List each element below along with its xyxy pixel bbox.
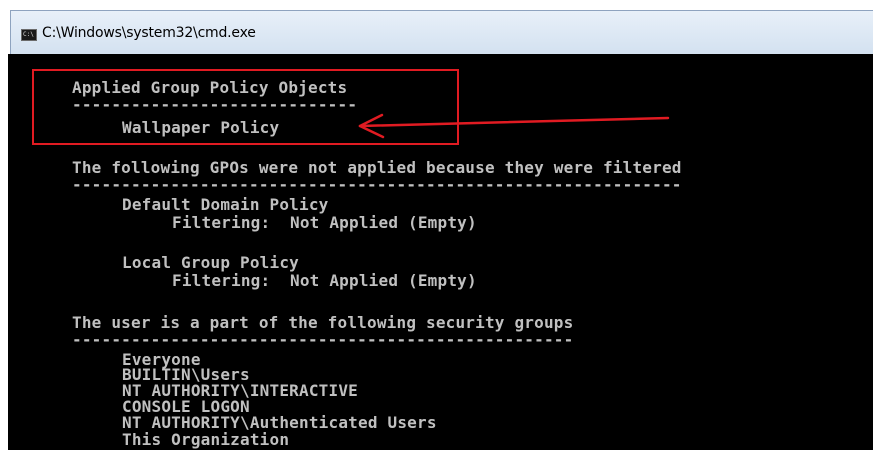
console-line: Local Group Policy — [122, 253, 299, 272]
window-title: C:\Windows\system32\cmd.exe — [42, 25, 256, 41]
console-separator: ----------------------------------------… — [72, 175, 682, 194]
console-line: Filtering: Not Applied (Empty) — [172, 213, 477, 232]
console-line: This Organization — [122, 430, 290, 449]
console-separator: ----------------------------------------… — [72, 330, 574, 349]
console-line: Filtering: Not Applied (Empty) — [172, 271, 477, 290]
console-line: Default Domain Policy — [122, 195, 329, 214]
title-bar[interactable]: C:\ C:\Windows\system32\cmd.exe — [11, 11, 873, 56]
cmd-icon: C:\ — [21, 29, 37, 41]
annotation-arrow-icon — [358, 113, 670, 139]
